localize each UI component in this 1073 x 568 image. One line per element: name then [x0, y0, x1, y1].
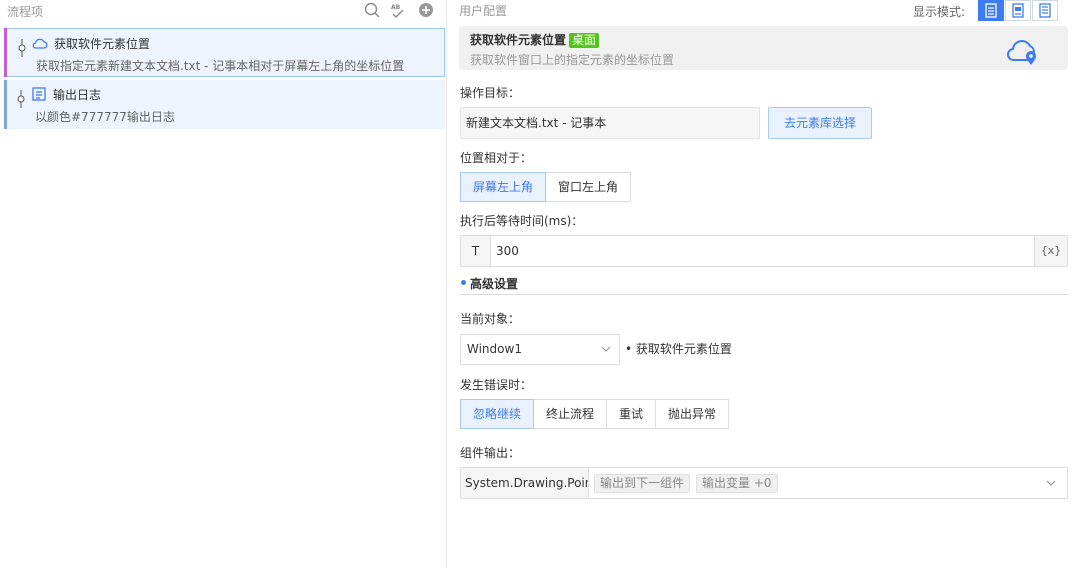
current-object-value: Window1 — [467, 342, 522, 356]
display-mode-label: 显示模式: — [913, 5, 966, 19]
log-icon — [32, 87, 46, 101]
section-divider — [460, 294, 1068, 295]
config-panel-title: 用户配置 — [459, 4, 508, 18]
output-label: 组件输出： — [460, 446, 521, 460]
flow-item-desc: 获取指定元素新建文本文档.txt - 记事本相对于屏幕左上角的坐标位置 — [36, 59, 405, 73]
chevron-down-icon — [601, 346, 611, 352]
connector-icon — [17, 90, 25, 108]
on-error-stop-option[interactable]: 终止流程 — [533, 399, 607, 429]
current-object-note: • 获取软件元素位置 — [625, 342, 732, 356]
flow-item-get-element-position[interactable]: 获取软件元素位置 获取指定元素新建文本文档.txt - 记事本相对于屏幕左上角的… — [4, 28, 445, 77]
component-desc: 获取软件窗口上的指定元素的坐标位置 — [470, 53, 675, 67]
variable-button[interactable]: {x} — [1034, 236, 1067, 266]
on-error-retry-option[interactable]: 重试 — [606, 399, 656, 429]
component-title: 获取软件元素位置 桌面 — [470, 31, 600, 48]
flow-panel-header: 流程项 AB — [0, 0, 447, 22]
relative-label: 位置相对于： — [460, 151, 533, 165]
target-input[interactable]: 新建文本文档.txt - 记事本 — [460, 107, 760, 139]
text-type-prefix: T — [461, 236, 491, 266]
flow-item-output-log[interactable]: 输出日志 以颜色#777777输出日志 — [4, 80, 445, 129]
card-view-icon — [1012, 3, 1024, 18]
pick-element-button[interactable]: 去元素库选择 — [768, 107, 872, 139]
flow-panel: 流程项 AB 获取软件元素位置 获取指定元素新建文本文档.txt - 记事本相对… — [0, 0, 447, 568]
connector-icon — [18, 39, 26, 57]
output-type: System.Drawing.Point — [461, 468, 589, 498]
display-mode-compact-button[interactable] — [1032, 0, 1058, 21]
on-error-label: 发生错误时： — [460, 378, 533, 392]
flow-item-desc: 以颜色#777777输出日志 — [35, 110, 175, 124]
add-circle-icon[interactable] — [418, 2, 434, 18]
wait-time-value[interactable]: 300 — [496, 236, 519, 266]
relative-screen-option[interactable]: 屏幕左上角 — [460, 172, 546, 202]
flow-item-title: 输出日志 — [53, 88, 102, 102]
display-mode-card-button[interactable] — [1005, 0, 1031, 21]
relative-window-option[interactable]: 窗口左上角 — [545, 172, 631, 202]
desktop-badge: 桌面 — [569, 33, 600, 48]
on-error-throw-option[interactable]: 抛出异常 — [655, 399, 729, 429]
svg-text:AB: AB — [391, 4, 401, 11]
output-select[interactable]: System.Drawing.Point 输出到下一组件 输出变量 +0 — [460, 467, 1068, 499]
component-info-card: 获取软件元素位置 桌面 获取软件窗口上的指定元素的坐标位置 — [459, 26, 1068, 70]
display-mode-list-button[interactable] — [978, 0, 1004, 21]
output-variable-tag: 输出变量 +0 — [696, 474, 778, 493]
wait-label: 执行后等待时间(ms)： — [460, 214, 584, 228]
list-view-icon — [985, 3, 997, 18]
spellcheck-icon[interactable]: AB — [390, 2, 406, 18]
current-object-select[interactable]: Window1 — [460, 334, 620, 365]
wait-time-field[interactable]: T 300 {x} — [460, 235, 1068, 267]
output-next-tag: 输出到下一组件 — [594, 474, 691, 493]
cloud-location-icon — [1007, 40, 1036, 65]
compact-view-icon — [1039, 3, 1051, 18]
chevron-down-icon — [1046, 480, 1056, 486]
flow-item-title: 获取软件元素位置 — [54, 37, 151, 51]
on-error-ignore-option[interactable]: 忽略继续 — [460, 399, 534, 429]
current-object-label: 当前对象： — [460, 312, 521, 326]
flow-panel-title: 流程项 — [7, 5, 44, 19]
cloud-icon — [32, 38, 48, 49]
target-label: 操作目标： — [460, 86, 521, 100]
search-icon[interactable] — [364, 2, 380, 18]
advanced-settings-title: 高级设置 — [470, 277, 519, 291]
section-bullet — [461, 280, 466, 285]
